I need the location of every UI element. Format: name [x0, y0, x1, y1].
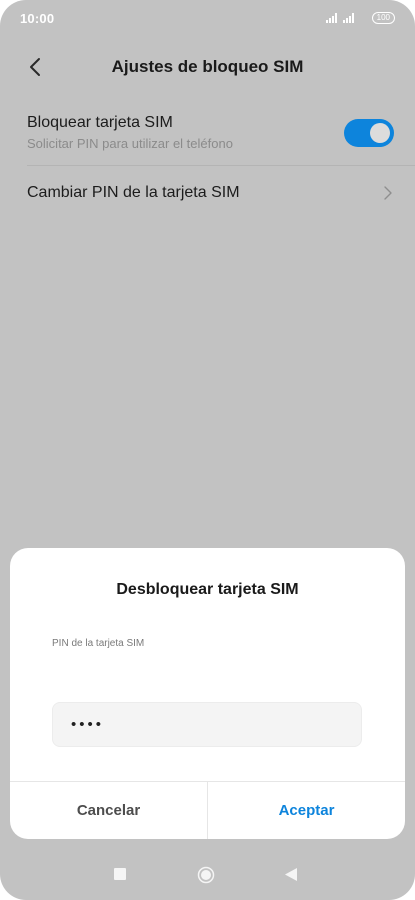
lock-sim-subtitle: Solicitar PIN para utilizar el teléfono [27, 136, 233, 151]
battery-icon: 100 [371, 12, 395, 24]
navigation-bar [0, 852, 415, 900]
change-pin-title: Cambiar PIN de la tarjeta SIM [27, 184, 240, 201]
pin-field-label: PIN de la tarjeta SIM [52, 638, 145, 649]
toggle-knob [370, 123, 390, 143]
phone-screen: 10:00 100 Ajustes de bloqueo SIM Bloquea… [0, 0, 415, 900]
nav-back-button[interactable] [285, 868, 297, 881]
signal-icon [325, 13, 337, 23]
battery-level: 100 [376, 13, 390, 22]
signal-icon [342, 13, 354, 23]
status-icons: 100 [325, 12, 395, 24]
app-header: Ajustes de bloqueo SIM [0, 40, 415, 94]
pin-input[interactable]: •••• [52, 702, 362, 747]
lock-sim-title: Bloquear tarjeta SIM [27, 114, 173, 131]
lock-sim-row[interactable]: Bloquear tarjeta SIM Solicitar PIN para … [0, 104, 415, 164]
recents-button[interactable] [114, 868, 126, 880]
change-pin-row[interactable]: Cambiar PIN de la tarjeta SIM [0, 166, 415, 220]
chevron-right-icon [384, 186, 392, 200]
dialog-title: Desbloquear tarjeta SIM [116, 581, 299, 598]
chevron-left-icon [30, 58, 40, 76]
page-title: Ajustes de bloqueo SIM [111, 57, 304, 76]
triangle-back-icon [285, 868, 297, 881]
circle-icon [197, 866, 215, 884]
pin-input-value: •••• [71, 716, 105, 733]
status-bar: 10:00 100 [0, 0, 415, 36]
cancel-button[interactable]: Cancelar [10, 782, 207, 839]
status-time: 10:00 [20, 10, 55, 26]
lock-sim-toggle[interactable] [344, 119, 394, 147]
square-icon [114, 868, 126, 880]
unlock-sim-dialog: Desbloquear tarjeta SIM PIN de la tarjet… [10, 548, 405, 839]
back-button[interactable] [20, 50, 50, 84]
accept-button[interactable]: Aceptar [208, 782, 405, 839]
home-button[interactable] [197, 866, 215, 884]
